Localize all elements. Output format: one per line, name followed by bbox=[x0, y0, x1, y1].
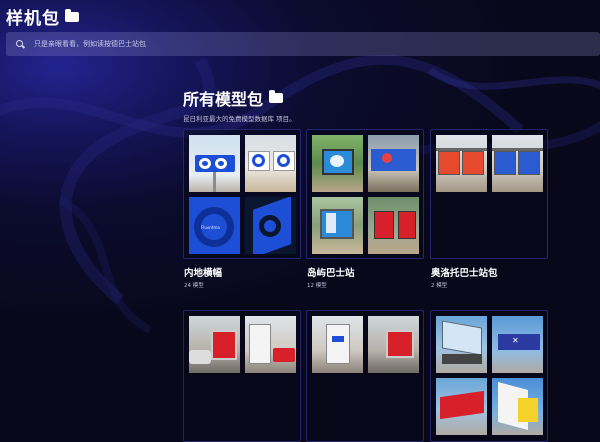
mockup-thumbnail bbox=[312, 316, 363, 373]
brand: 样机包 bbox=[6, 4, 79, 29]
pack-card[interactable] bbox=[183, 310, 301, 442]
mockup-thumbnail bbox=[189, 135, 240, 192]
mockup-thumbnail: Fluentma bbox=[189, 197, 240, 254]
mockup-thumbnail: ✕ bbox=[492, 316, 543, 373]
mockup-thumbnail bbox=[312, 135, 363, 192]
folder-icon bbox=[65, 8, 79, 22]
pack-card[interactable] bbox=[306, 310, 424, 442]
mockup-thumbnail bbox=[436, 316, 487, 373]
mockup-thumbnail bbox=[436, 378, 487, 435]
app-title: 样机包 bbox=[6, 9, 60, 29]
section-subtitle: 昆日利亚最大的免费模型数据库 项目。 bbox=[183, 115, 296, 123]
mockup-thumbnail bbox=[368, 197, 419, 254]
mockup-thumbnail bbox=[245, 316, 296, 373]
mockup-thumbnail bbox=[245, 197, 296, 254]
mockup-thumbnail bbox=[368, 135, 419, 192]
mockup-thumbnail bbox=[492, 135, 543, 192]
search-bar[interactable] bbox=[6, 32, 600, 56]
pack-model-count: 2 模型 bbox=[431, 283, 448, 289]
folder-icon bbox=[269, 90, 284, 103]
section-title: 所有模型包 bbox=[183, 90, 264, 109]
mockup-thumbnail bbox=[312, 197, 363, 254]
mockup-thumbnail bbox=[492, 378, 543, 435]
pack-model-count: 24 模型 bbox=[184, 283, 204, 289]
pack-model-count: 12 模型 bbox=[307, 283, 327, 289]
section-header: 所有模型包 昆日利亚最大的免费模型数据库 项目。 bbox=[183, 86, 296, 123]
mockup-thumbnail bbox=[245, 135, 296, 192]
pack-title: 岛屿巴士站 bbox=[307, 268, 355, 279]
pack-card-inland-banner[interactable]: Fluentma 内地横幅 24 模型 bbox=[183, 129, 301, 289]
pack-card-olotoe-bus-stop[interactable]: 奥洛托巴士站包 2 模型 bbox=[430, 129, 548, 289]
mockup-thumbnail bbox=[189, 316, 240, 373]
banner-label: Fluentma bbox=[201, 225, 220, 230]
search-icon bbox=[16, 39, 25, 49]
mockup-thumbnail bbox=[436, 135, 487, 192]
search-input[interactable] bbox=[34, 40, 574, 48]
pack-title: 奥洛托巴士站包 bbox=[431, 268, 498, 279]
pack-title: 内地横幅 bbox=[184, 268, 223, 279]
pack-card-island-bus-stop[interactable]: 岛屿巴士站 12 模型 bbox=[306, 129, 424, 289]
mockup-thumbnail bbox=[368, 316, 419, 373]
pack-card[interactable]: ✕ bbox=[430, 310, 548, 442]
close-icon: ✕ bbox=[512, 336, 519, 345]
